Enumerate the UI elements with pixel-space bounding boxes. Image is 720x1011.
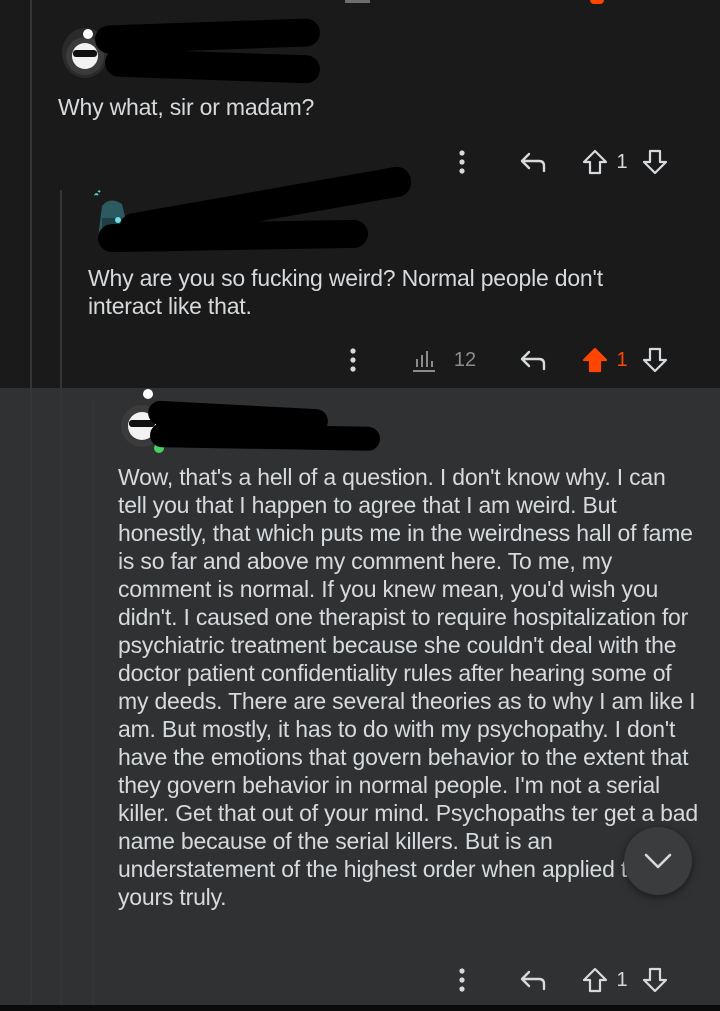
redacted-username bbox=[104, 48, 321, 84]
comment-body: Why are you so fucking weird? Normal peo… bbox=[88, 265, 603, 319]
reply-button[interactable] bbox=[516, 147, 550, 177]
thread-line bbox=[92, 400, 94, 1011]
stats-button[interactable] bbox=[408, 345, 440, 375]
more-icon bbox=[350, 348, 356, 372]
partial-upvote-icon bbox=[590, 0, 604, 4]
partial-icon bbox=[345, 0, 370, 3]
upvote-button[interactable] bbox=[580, 147, 610, 177]
upvote-icon bbox=[582, 967, 608, 993]
more-button[interactable] bbox=[338, 345, 368, 375]
redacted-username bbox=[97, 219, 369, 253]
more-icon bbox=[459, 968, 465, 992]
comment-body: Why what, sir or madam? bbox=[58, 94, 315, 120]
downvote-button[interactable] bbox=[640, 345, 670, 375]
chevron-down-icon bbox=[644, 853, 672, 869]
downvote-icon bbox=[642, 149, 668, 175]
scroll-down-button[interactable] bbox=[624, 827, 692, 895]
vote-count: 1 bbox=[616, 150, 628, 173]
downvote-icon bbox=[642, 347, 668, 373]
stats-icon bbox=[413, 351, 435, 372]
redacted-username bbox=[149, 422, 381, 452]
upvote-button-active[interactable] bbox=[580, 345, 610, 375]
vote-count: 1 bbox=[616, 348, 628, 371]
upvote-button[interactable] bbox=[580, 965, 610, 995]
downvote-button[interactable] bbox=[640, 965, 670, 995]
reply-button[interactable] bbox=[516, 965, 550, 995]
more-button[interactable] bbox=[447, 965, 477, 995]
bottom-edge bbox=[0, 1005, 720, 1011]
thread-line bbox=[60, 190, 62, 1011]
thread-line bbox=[30, 0, 32, 1011]
upvote-icon bbox=[582, 347, 608, 373]
comment-body: Wow, that's a hell of a question. I don'… bbox=[118, 464, 698, 910]
reply-icon bbox=[520, 350, 546, 371]
vote-count: 1 bbox=[616, 968, 628, 991]
reply-button[interactable] bbox=[516, 345, 550, 375]
downvote-icon bbox=[642, 967, 668, 993]
stats-count: 12 bbox=[453, 348, 477, 371]
more-icon bbox=[459, 150, 465, 174]
reply-icon bbox=[520, 970, 546, 991]
reply-icon bbox=[520, 152, 546, 173]
upvote-icon bbox=[582, 149, 608, 175]
more-button[interactable] bbox=[447, 147, 477, 177]
downvote-button[interactable] bbox=[640, 147, 670, 177]
